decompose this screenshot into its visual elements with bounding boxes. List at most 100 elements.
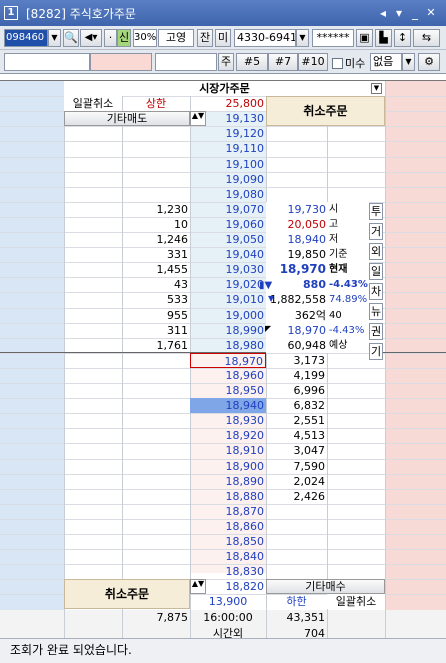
scroll-arrow-icon[interactable]: ▲▼ xyxy=(190,579,206,594)
buy-price[interactable]: 18,860 xyxy=(190,519,266,534)
side-button[interactable]: 권 xyxy=(369,323,383,340)
sell-qty[interactable]: 10 xyxy=(122,217,190,232)
bulk-cancel-buy-button[interactable]: 일괄취소 xyxy=(327,594,385,609)
qty-5-button[interactable]: #5 xyxy=(236,53,268,71)
password-input[interactable]: ****** xyxy=(312,29,354,47)
side-button[interactable]: 거 xyxy=(369,223,383,240)
sell-price[interactable]: 18,980 xyxy=(190,338,266,353)
buy-price[interactable]: 18,910 xyxy=(190,443,266,458)
chevron-down-icon[interactable]: ▼ xyxy=(48,29,61,47)
gear-icon[interactable]: ⚙ xyxy=(418,53,440,71)
sell-price[interactable]: 19,050 xyxy=(190,232,266,247)
search-icon[interactable]: 🔍 xyxy=(63,29,79,47)
sort-icon[interactable]: ↕ xyxy=(394,29,411,47)
sell-qty[interactable] xyxy=(122,157,190,172)
sell-price[interactable]: 19,100 xyxy=(190,157,266,172)
sell-qty[interactable]: 1,230 xyxy=(122,202,190,217)
sell-qty[interactable]: 43 xyxy=(122,277,190,292)
side-button[interactable]: 기 xyxy=(369,343,383,360)
buy-price[interactable]: 18,920 xyxy=(190,428,266,443)
sell-price[interactable]: 19,060 xyxy=(190,217,266,232)
sell-price[interactable]: 19,010 xyxy=(190,292,266,307)
chart-icon[interactable]: ▣ xyxy=(356,29,373,47)
sell-price[interactable]: 19,040 xyxy=(190,247,266,262)
sell-price[interactable]: 18,990 xyxy=(190,323,266,338)
sell-qty[interactable] xyxy=(122,111,190,126)
side-button[interactable]: 뉴 xyxy=(369,303,383,320)
sell-qty[interactable]: 311 xyxy=(122,323,190,338)
checkbox-icon[interactable] xyxy=(332,57,343,69)
sell-price[interactable]: 19,110 xyxy=(190,141,266,156)
buy-qty[interactable]: 2,024 xyxy=(266,474,327,489)
unfilled-button[interactable]: 미 xyxy=(215,29,231,47)
buy-qty[interactable] xyxy=(266,549,327,564)
misu-checkbox[interactable]: 미수 xyxy=(332,55,365,71)
bulk-cancel-sell-button[interactable]: 일괄취소 xyxy=(64,96,122,111)
buy-qty[interactable]: 4,513 xyxy=(266,428,327,443)
qty-input[interactable] xyxy=(4,53,90,71)
buy-price[interactable]: 18,850 xyxy=(190,534,266,549)
account-input[interactable]: 4330-6941 xyxy=(234,29,296,47)
chevron-down-icon[interactable]: ▼ xyxy=(371,83,382,94)
buy-price[interactable]: 18,900 xyxy=(190,459,266,474)
sell-price[interactable]: 19,030 xyxy=(190,262,266,277)
sell-price[interactable]: 19,090 xyxy=(190,172,266,187)
qty-7-button[interactable]: #7 xyxy=(268,53,298,71)
side-button[interactable]: 일 xyxy=(369,263,383,280)
sell-price[interactable]: 19,130 xyxy=(190,111,266,126)
sell-qty[interactable] xyxy=(122,141,190,156)
buy-price[interactable]: 18,840 xyxy=(190,549,266,564)
buy-order-column[interactable] xyxy=(385,81,446,639)
sell-qty[interactable]: 955 xyxy=(122,308,190,323)
sell-qty[interactable]: 1,455 xyxy=(122,262,190,277)
balance-button[interactable]: 잔 xyxy=(197,29,213,47)
sell-price[interactable]: 19,120 xyxy=(190,126,266,141)
close-icon[interactable]: ✕ xyxy=(424,6,438,20)
sell-qty[interactable] xyxy=(122,126,190,141)
menu-icon[interactable]: ▾ xyxy=(392,6,406,20)
side-button[interactable]: 투 xyxy=(369,203,383,220)
buy-qty[interactable]: 6,996 xyxy=(266,383,327,398)
buy-qty[interactable]: 6,832 xyxy=(266,398,327,413)
sell-price[interactable]: 19,020 xyxy=(190,277,266,292)
sell-price[interactable]: 19,080 xyxy=(190,187,266,202)
buy-qty[interactable]: 3,173 xyxy=(266,353,327,368)
buy-qty[interactable]: 7,590 xyxy=(266,459,327,474)
sell-qty[interactable]: 1,761 xyxy=(122,338,190,353)
cancel-order-header-left[interactable]: 취소주문 xyxy=(64,579,190,609)
prev-icon[interactable]: ◂ xyxy=(376,6,390,20)
buy-qty[interactable] xyxy=(266,519,327,534)
sell-order-column[interactable] xyxy=(0,81,64,639)
buy-price[interactable]: 18,890 xyxy=(190,474,266,489)
cancel-order-header-right[interactable]: 취소주문 xyxy=(266,96,385,126)
option-dropdown[interactable]: ▼ xyxy=(402,53,415,71)
option-select[interactable]: 없음 xyxy=(370,53,402,71)
buy-qty[interactable]: 3,047 xyxy=(266,443,327,458)
buy-price[interactable]: 18,960 xyxy=(190,368,266,383)
buy-qty[interactable]: 4,199 xyxy=(266,368,327,383)
sell-price[interactable]: 19,000 xyxy=(190,308,266,323)
sell-qty[interactable]: 331 xyxy=(122,247,190,262)
sell-qty[interactable] xyxy=(122,172,190,187)
order-input[interactable] xyxy=(155,53,217,71)
qty-10-button[interactable]: #10 xyxy=(298,53,328,71)
buy-qty[interactable] xyxy=(266,534,327,549)
buy-price[interactable]: 18,930 xyxy=(190,413,266,428)
layout-icon[interactable]: ▙ xyxy=(375,29,392,47)
stock-code-input[interactable]: 098460 xyxy=(4,29,48,47)
buy-price[interactable]: 18,880 xyxy=(190,489,266,504)
buy-price[interactable]: 18,940 xyxy=(190,398,266,413)
buy-qty[interactable] xyxy=(266,564,327,579)
buy-price[interactable]: 18,830 xyxy=(190,564,266,579)
buy-qty[interactable]: 2,551 xyxy=(266,413,327,428)
buy-price[interactable]: 18,970 xyxy=(190,353,266,368)
buy-price[interactable]: 18,950 xyxy=(190,383,266,398)
side-button[interactable]: 외 xyxy=(369,243,383,260)
minimize-icon[interactable]: _ xyxy=(408,6,422,20)
price-input[interactable] xyxy=(90,53,152,71)
buy-price[interactable]: 18,870 xyxy=(190,504,266,519)
speaker-icon[interactable]: ◀▾ xyxy=(80,29,102,47)
buy-qty[interactable] xyxy=(266,504,327,519)
arrow-icon[interactable]: · xyxy=(104,29,117,47)
sell-price[interactable]: 19,070 xyxy=(190,202,266,217)
